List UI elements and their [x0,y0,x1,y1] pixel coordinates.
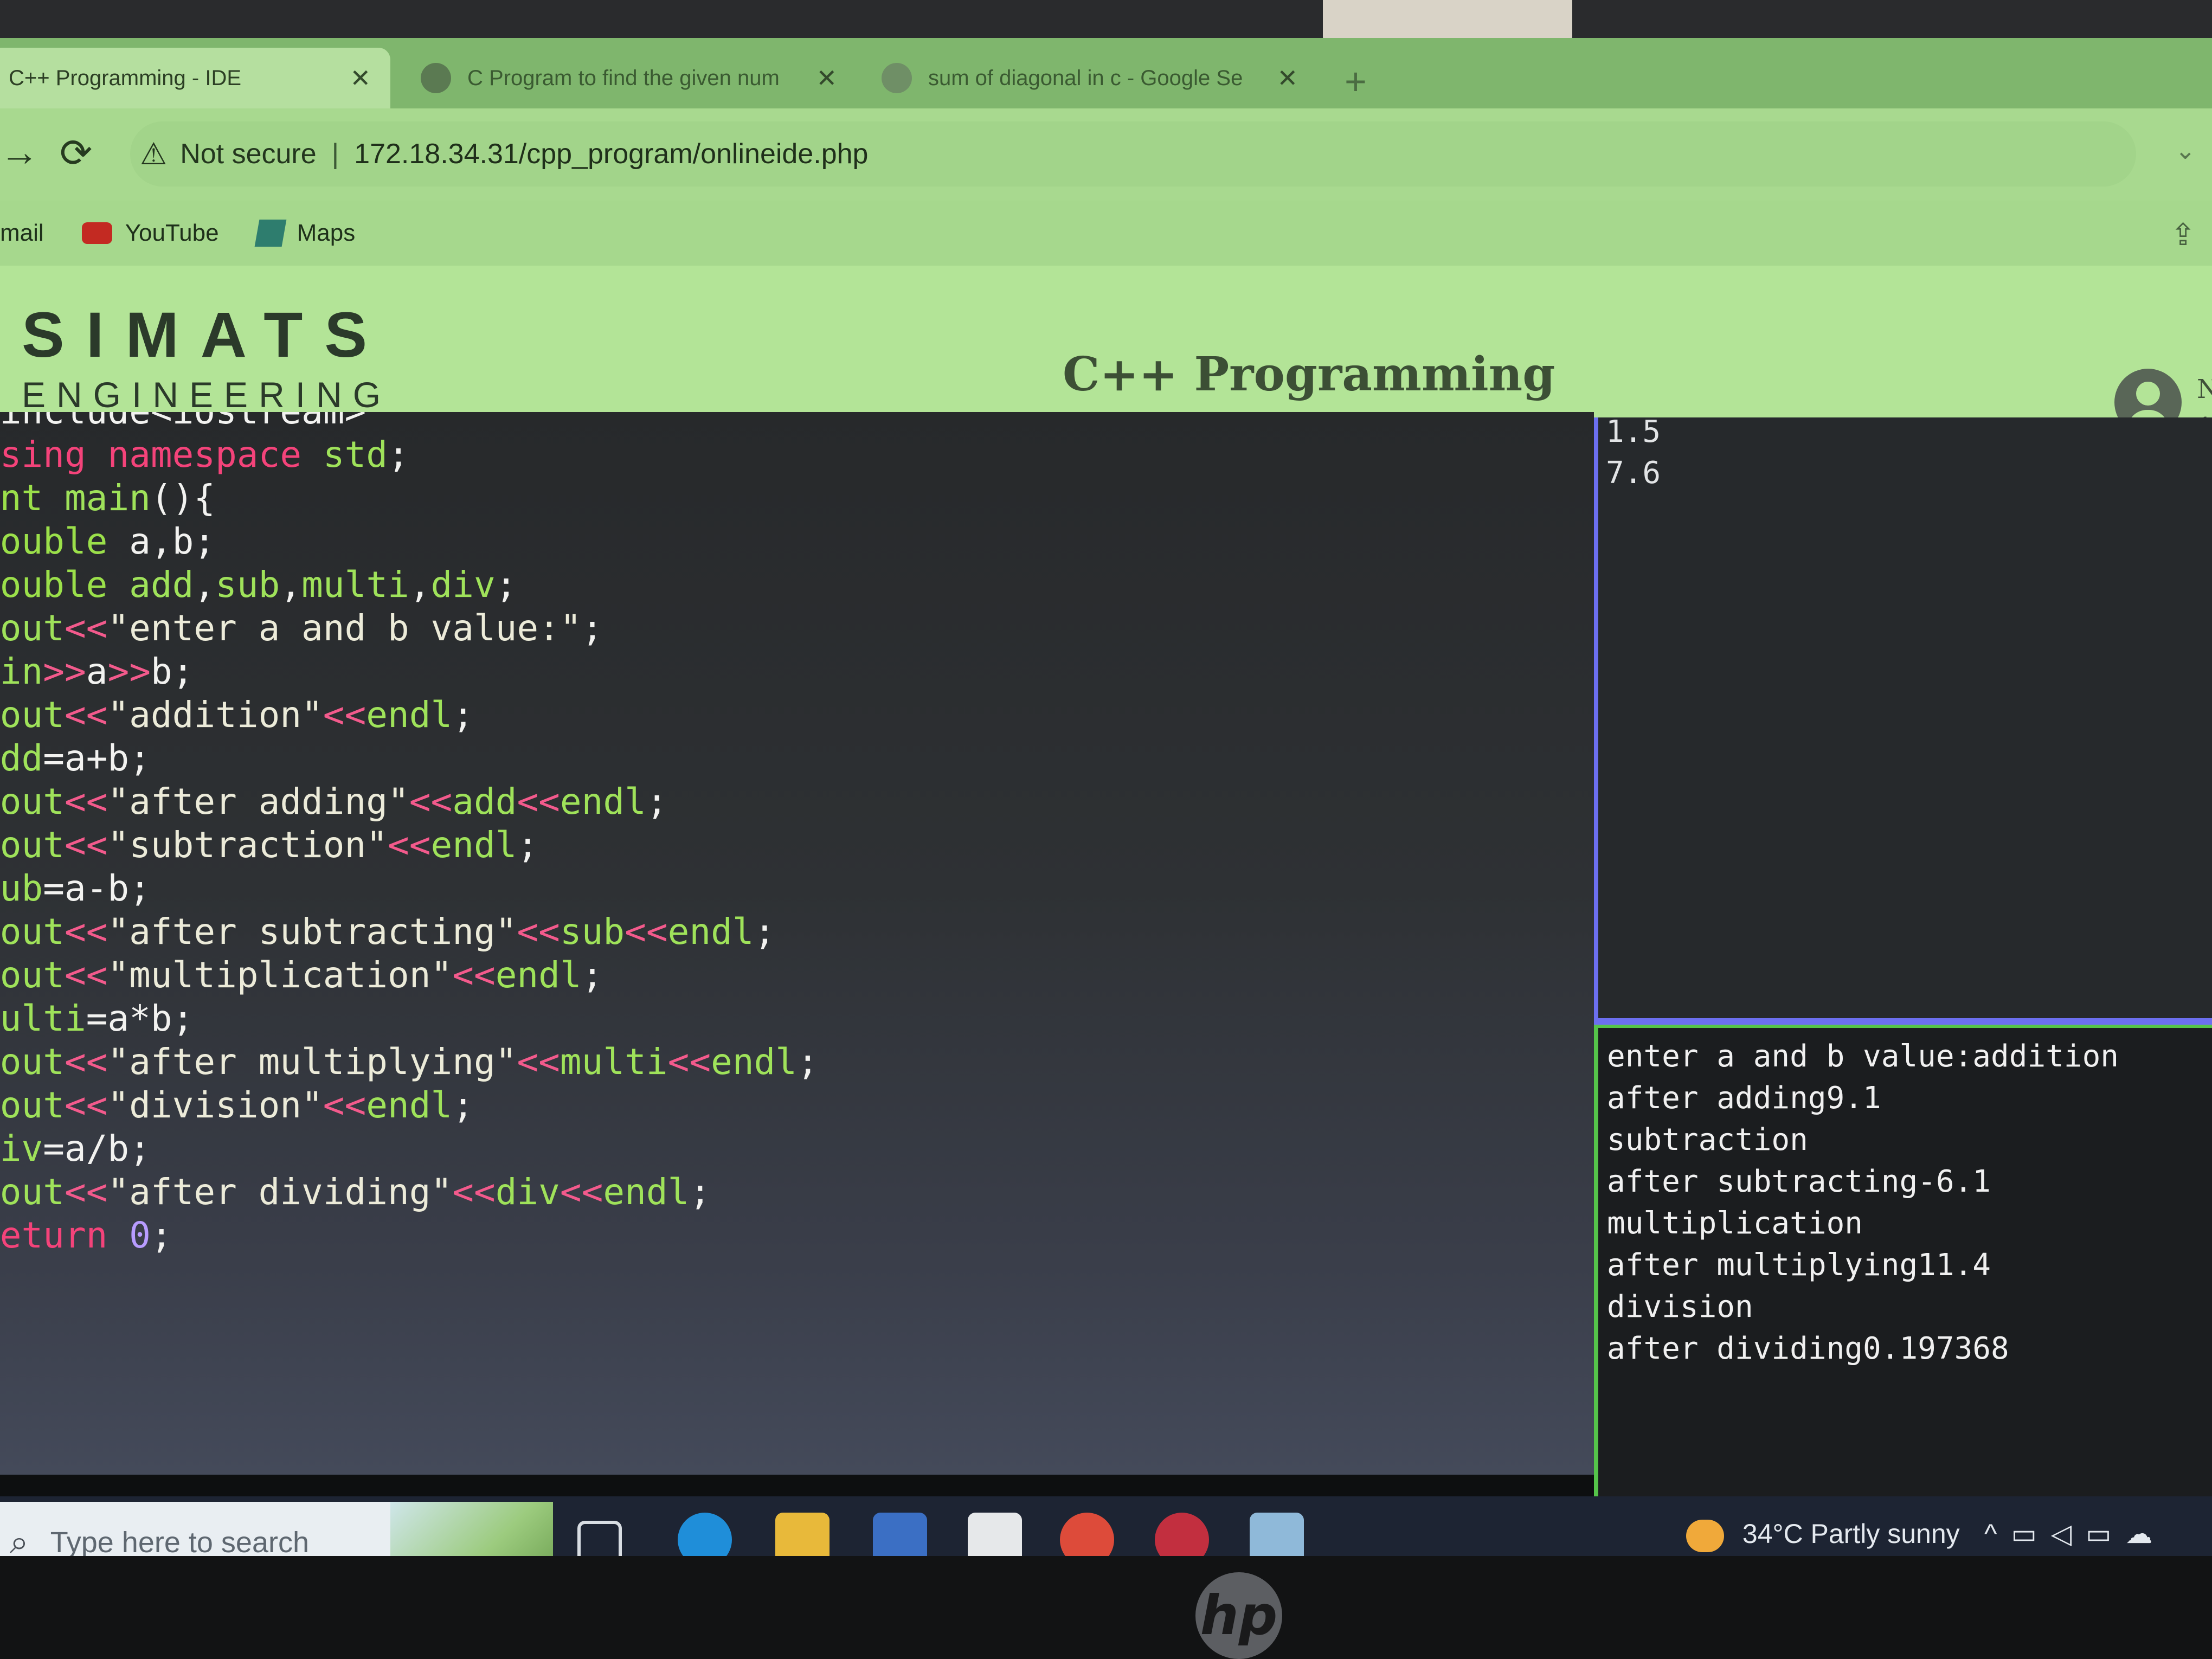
code-line: cout<<"after dividing"<<div<<endl; [0,1171,711,1213]
security-label: Not secure [180,138,317,170]
share-icon[interactable]: ⇪ [2170,217,2196,253]
tab-cpp-ide[interactable]: C++ Programming - IDE ✕ [0,48,390,108]
tab-strip: C++ Programming - IDE ✕ C Program to fin… [0,38,2212,108]
bookmark-label: Maps [297,220,356,246]
code-line: cout<<"subtraction"<<endl; [0,824,539,866]
weather-icon [1686,1519,1724,1552]
volume-muted-icon[interactable]: ◁ [2051,1519,2086,1549]
devcpp-icon[interactable] [1155,1513,1209,1556]
output-line: after subtracting-6.1 [1607,1164,1991,1199]
reload-icon[interactable]: ⟳ [60,130,92,176]
maps-icon [254,220,287,247]
code-line: int main(){ [0,477,216,519]
output-line: multiplication [1607,1206,1863,1241]
bookmark-label: mail [0,220,44,246]
tab-google-search[interactable]: sum of diagonal in c - Google Se ✕ [862,48,1317,108]
weather-widget[interactable]: 34°C Partly sunny [1686,1518,1960,1552]
code-line: return 0; [0,1214,172,1256]
code-line: using namespace std; [0,434,409,475]
code-line: div=a/b; [0,1128,151,1169]
chevron-down-icon[interactable]: ⌄ [2175,136,2196,165]
weather-text: 34°C Partly sunny [1742,1519,1960,1549]
edge-icon[interactable] [678,1513,732,1556]
monitor-sticker [1323,0,1572,42]
code-line: cin>>a>>b; [0,651,194,692]
bookmark-mail[interactable]: mail [0,220,44,247]
output-pane: enter a and b value:addition after adding… [1594,1025,2212,1505]
store-icon[interactable] [873,1513,927,1556]
plus-icon[interactable]: + [1345,60,1367,103]
file-explorer-icon[interactable] [775,1513,829,1556]
code-line: cout<<"division"<<endl; [0,1084,474,1126]
code-line: #include<iostream> [0,412,366,432]
address-bar[interactable]: ⚠ Not secure | 172.18.34.31/cpp_program/… [130,121,2136,187]
youtube-icon [81,222,112,244]
monitor-bottom-bezel [0,1556,2212,1659]
code-line: cout<<"addition"<<endl; [0,694,474,736]
divider: | [331,138,339,170]
code-line: sub=a-b; [0,867,151,909]
code-line: multi=a*b; [0,998,194,1039]
code-line: double add,sub,multi,div; [0,564,517,606]
output-line: after dividing0.197368 [1607,1331,2009,1366]
code-line: cout<<"after multiplying"<<multi<<endl; [0,1041,819,1083]
tab-close-icon[interactable]: ✕ [350,63,371,93]
system-tray[interactable]: ^▭◁▭☁ [1984,1518,2166,1549]
address-bar-row: → ⟳ ⚠ Not secure | 172.18.34.31/cpp_prog… [0,108,2212,201]
bookmark-label: YouTube [125,220,219,246]
code-line: add=a+b; [0,737,151,779]
task-view-icon[interactable] [577,1521,622,1556]
tab-close-icon[interactable]: ✕ [816,63,837,93]
bookmarks-bar: mail YouTube Maps ⇪ [0,201,2212,266]
code-line: cout<<"enter a and b value:"; [0,607,603,649]
warning-icon: ⚠ [140,137,168,171]
page-title: C++ Programming [1063,347,1555,402]
taskbar: ⌕ Type here to search 34°C Partly sunny … [0,1496,2212,1556]
tab-title: C Program to find the given num [467,66,780,90]
app-window-icon[interactable] [1250,1513,1304,1556]
code-editor[interactable]: #include<iostream>using namespace std;in… [0,412,1594,1475]
meet-now-icon[interactable]: ▭ [2011,1519,2050,1549]
url-text: 172.18.34.31/cpp_program/onlineide.php [354,138,869,170]
hp-logo-icon: hp [1195,1572,1282,1659]
output-line: after adding9.1 [1607,1081,1881,1116]
chrome-icon[interactable] [1060,1513,1114,1556]
search-highlight-image [390,1502,553,1556]
input-pane[interactable]: 1.5 7.6 [1594,414,2212,1019]
site-favicon-icon [421,63,451,93]
code-line: double a,b; [0,520,216,562]
tab-title: C++ Programming - IDE [9,66,242,90]
mail-icon[interactable] [968,1513,1022,1556]
input-line: 7.6 [1606,455,1661,491]
code-line: cout<<"after subtracting"<<sub<<endl; [0,911,776,953]
pane-divider[interactable] [1594,1018,2212,1025]
input-line: 1.5 [1606,414,1661,449]
user-name: N [2197,374,2212,404]
cloud-icon[interactable]: ☁ [2125,1519,2166,1549]
taskbar-search[interactable]: ⌕ Type here to search [0,1502,553,1556]
bookmark-youtube[interactable]: YouTube [81,220,219,247]
network-icon[interactable]: ▭ [2086,1519,2125,1549]
bookmark-maps[interactable]: Maps [254,220,356,247]
output-line: after multiplying11.4 [1607,1248,1991,1283]
logo-simats: SIMATS [22,299,389,371]
output-line: subtraction [1607,1122,1808,1158]
screen: C++ Programming - IDE ✕ C Program to fin… [0,38,2212,1556]
output-line: enter a and b value:addition [1607,1039,2119,1074]
tab-c-program[interactable]: C Program to find the given num ✕ [401,48,857,108]
code-line: cout<<"after adding"<<add<<endl; [0,781,668,822]
logo-engineering: ENGINEERING [22,375,392,415]
output-line: division [1607,1289,1753,1324]
user-icon [2136,382,2160,406]
search-icon: ⌕ [10,1523,29,1556]
google-icon [882,63,912,93]
tab-close-icon[interactable]: ✕ [1277,63,1298,93]
tab-title: sum of diagonal in c - Google Se [928,66,1243,90]
forward-icon[interactable]: → [0,130,39,175]
search-placeholder: Type here to search [50,1526,310,1556]
chevron-up-icon[interactable]: ^ [1984,1519,2011,1549]
code-line: cout<<"multiplication"<<endl; [0,954,603,996]
